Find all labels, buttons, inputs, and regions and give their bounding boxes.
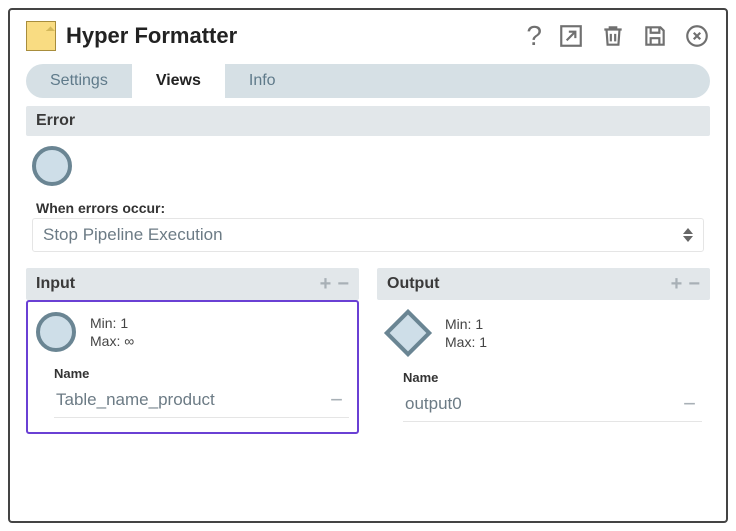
node-note-icon [26, 21, 56, 51]
close-icon[interactable] [684, 23, 710, 49]
input-section-title: Input [36, 275, 75, 293]
output-name-remove-button[interactable]: − [679, 391, 700, 417]
input-name-row: − [54, 383, 349, 418]
input-column: Input + − Min: 1 Max: ∞ Name − [26, 268, 359, 436]
export-icon[interactable] [558, 23, 584, 49]
tab-bar: Settings Views Info [26, 64, 710, 98]
input-section-header: Input + − [26, 268, 359, 300]
trash-icon[interactable] [600, 23, 626, 49]
header-toolbar: ? [526, 20, 710, 52]
input-min-label: Min: 1 [90, 314, 134, 332]
input-port-card: Min: 1 Max: ∞ Name − [26, 300, 359, 434]
input-remove-button[interactable]: − [337, 274, 349, 294]
save-icon[interactable] [642, 23, 668, 49]
error-section-title: Error [36, 112, 75, 130]
error-section-body: When errors occur: Stop Pipeline Executi… [26, 136, 710, 258]
error-behavior-label: When errors occur: [36, 200, 704, 216]
output-name-label: Name [403, 370, 702, 385]
output-name-row: − [403, 387, 702, 422]
input-name-field[interactable] [56, 390, 326, 410]
output-port-icon [384, 309, 432, 357]
tab-info[interactable]: Info [225, 64, 300, 98]
output-min-label: Min: 1 [445, 315, 487, 333]
output-add-button[interactable]: + [671, 274, 683, 294]
output-minmax: Min: 1 Max: 1 [445, 315, 487, 351]
tab-settings[interactable]: Settings [26, 64, 132, 98]
error-behavior-select[interactable]: Stop Pipeline Execution [32, 218, 704, 252]
input-name-remove-button[interactable]: − [326, 387, 347, 413]
output-section-title: Output [387, 275, 439, 293]
error-behavior-value: Stop Pipeline Execution [43, 225, 223, 245]
select-stepper-icon [683, 227, 693, 243]
output-port-card: Min: 1 Max: 1 Name − [377, 300, 710, 436]
help-icon[interactable]: ? [526, 20, 542, 52]
error-port-icon [32, 146, 72, 186]
panel-title: Hyper Formatter [66, 23, 237, 49]
input-name-label: Name [54, 366, 349, 381]
error-section-header: Error [26, 106, 710, 136]
io-row: Input + − Min: 1 Max: ∞ Name − [26, 268, 710, 436]
panel-header: Hyper Formatter ? [26, 20, 710, 52]
output-remove-button[interactable]: − [688, 274, 700, 294]
tab-views[interactable]: Views [132, 64, 225, 98]
output-name-field[interactable] [405, 394, 679, 414]
input-port-icon [36, 312, 76, 352]
input-add-button[interactable]: + [320, 274, 332, 294]
output-section-header: Output + − [377, 268, 710, 300]
input-minmax: Min: 1 Max: ∞ [90, 314, 134, 350]
formatter-panel: Hyper Formatter ? Settings Views Info Er… [8, 8, 728, 523]
output-max-label: Max: 1 [445, 333, 487, 351]
output-column: Output + − Min: 1 Max: 1 Name − [377, 268, 710, 436]
input-max-label: Max: ∞ [90, 332, 134, 350]
